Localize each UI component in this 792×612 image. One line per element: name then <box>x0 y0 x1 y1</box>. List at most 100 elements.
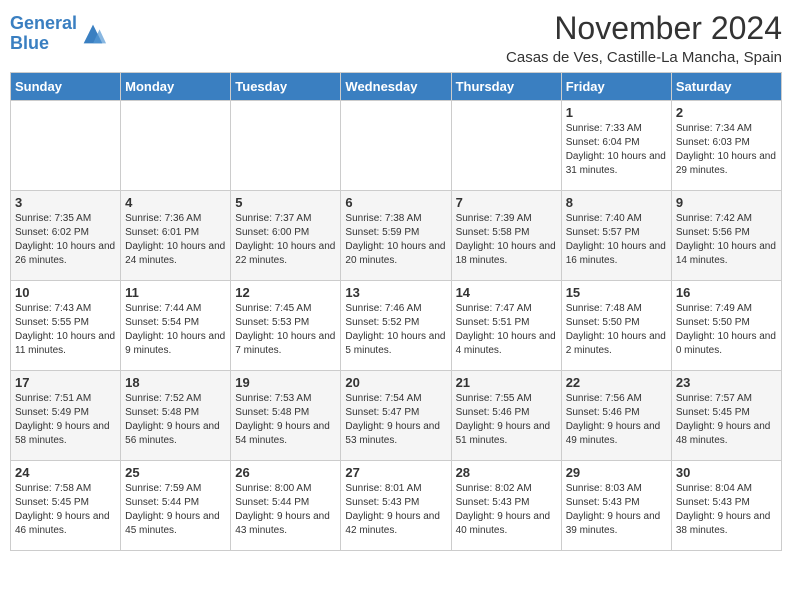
calendar-cell: 16Sunrise: 7:49 AM Sunset: 5:50 PM Dayli… <box>671 281 781 371</box>
calendar-cell: 12 Sunrise: 7:45 AM Sunset: 5:53 PM Dayli… <box>231 281 341 371</box>
day-info: Sunrise: 7:49 AM Sunset: 5:50 PM Dayligh… <box>676 302 777 358</box>
calendar-cell: 29 Sunrise: 8:03 AM Sunset: 5:43 PM Dayli… <box>561 461 671 551</box>
day-number: 27 <box>345 465 446 480</box>
day-info: Sunrise: 7:53 AM Sunset: 5:48 PM Dayligh… <box>235 392 336 448</box>
location: Casas de Ves, Castille-La Mancha, Spain <box>506 49 782 66</box>
calendar-cell <box>341 101 451 191</box>
day-info: Sunrise: 7:48 AM Sunset: 5:50 PM Dayligh… <box>566 302 667 358</box>
calendar-week-3: 10Sunrise: 7:43 AM Sunset: 5:55 PM Dayli… <box>11 281 782 371</box>
calendar-cell: 22Sunrise: 7:56 AM Sunset: 5:46 PM Dayli… <box>561 371 671 461</box>
day-number: 2 <box>676 105 777 120</box>
day-number: 15 <box>566 285 667 300</box>
day-number: 9 <box>676 195 777 210</box>
day-number: 12 <box>235 285 336 300</box>
day-info: Sunrise: 7:35 AM Sunset: 6:02 PM Dayligh… <box>15 212 116 268</box>
day-info: Sunrise: 7:52 AM Sunset: 5:48 PM Dayligh… <box>125 392 226 448</box>
day-number: 6 <box>345 195 446 210</box>
logo-line2: Blue <box>10 34 77 54</box>
calendar-cell: 21Sunrise: 7:55 AM Sunset: 5:46 PM Dayli… <box>451 371 561 461</box>
weekday-header-sunday: Sunday <box>11 73 121 101</box>
calendar-week-4: 17 Sunrise: 7:51 AM Sunset: 5:49 PM Dayli… <box>11 371 782 461</box>
calendar-cell: 18 Sunrise: 7:52 AM Sunset: 5:48 PM Dayli… <box>121 371 231 461</box>
title-block: November 2024 Casas de Ves, Castille-La … <box>506 10 782 66</box>
calendar-cell: 25Sunrise: 7:59 AM Sunset: 5:44 PM Dayli… <box>121 461 231 551</box>
day-info: Sunrise: 7:33 AM Sunset: 6:04 PM Dayligh… <box>566 122 667 178</box>
weekday-header-friday: Friday <box>561 73 671 101</box>
day-number: 10 <box>15 285 116 300</box>
day-number: 19 <box>235 375 336 390</box>
day-info: Sunrise: 7:51 AM Sunset: 5:49 PM Dayligh… <box>15 392 116 448</box>
day-info: Sunrise: 7:42 AM Sunset: 5:56 PM Dayligh… <box>676 212 777 268</box>
day-number: 29 <box>566 465 667 480</box>
calendar-cell: 30 Sunrise: 8:04 AM Sunset: 5:43 PM Dayli… <box>671 461 781 551</box>
weekday-header-monday: Monday <box>121 73 231 101</box>
logo: General Blue <box>10 14 107 54</box>
calendar-cell: 28 Sunrise: 8:02 AM Sunset: 5:43 PM Dayli… <box>451 461 561 551</box>
weekday-header-tuesday: Tuesday <box>231 73 341 101</box>
calendar-cell: 17 Sunrise: 7:51 AM Sunset: 5:49 PM Dayli… <box>11 371 121 461</box>
day-number: 26 <box>235 465 336 480</box>
calendar-table: SundayMondayTuesdayWednesdayThursdayFrid… <box>10 72 782 551</box>
day-info: Sunrise: 7:55 AM Sunset: 5:46 PM Dayligh… <box>456 392 557 448</box>
calendar-cell: 1 Sunrise: 7:33 AM Sunset: 6:04 PM Daylig… <box>561 101 671 191</box>
calendar-cell: 3Sunrise: 7:35 AM Sunset: 6:02 PM Daylig… <box>11 191 121 281</box>
calendar-cell <box>121 101 231 191</box>
month-title: November 2024 <box>506 10 782 47</box>
day-number: 17 <box>15 375 116 390</box>
calendar-cell: 19 Sunrise: 7:53 AM Sunset: 5:48 PM Dayli… <box>231 371 341 461</box>
day-info: Sunrise: 8:04 AM Sunset: 5:43 PM Dayligh… <box>676 482 777 538</box>
calendar-week-1: 1 Sunrise: 7:33 AM Sunset: 6:04 PM Daylig… <box>11 101 782 191</box>
calendar-cell: 14 Sunrise: 7:47 AM Sunset: 5:51 PM Dayli… <box>451 281 561 371</box>
day-info: Sunrise: 7:45 AM Sunset: 5:53 PM Dayligh… <box>235 302 336 358</box>
calendar-week-2: 3Sunrise: 7:35 AM Sunset: 6:02 PM Daylig… <box>11 191 782 281</box>
calendar-cell: 4Sunrise: 7:36 AM Sunset: 6:01 PM Daylig… <box>121 191 231 281</box>
calendar-cell: 23Sunrise: 7:57 AM Sunset: 5:45 PM Dayli… <box>671 371 781 461</box>
day-number: 14 <box>456 285 557 300</box>
weekday-header-wednesday: Wednesday <box>341 73 451 101</box>
day-info: Sunrise: 7:44 AM Sunset: 5:54 PM Dayligh… <box>125 302 226 358</box>
day-info: Sunrise: 8:02 AM Sunset: 5:43 PM Dayligh… <box>456 482 557 538</box>
day-number: 30 <box>676 465 777 480</box>
day-info: Sunrise: 7:47 AM Sunset: 5:51 PM Dayligh… <box>456 302 557 358</box>
weekday-header-saturday: Saturday <box>671 73 781 101</box>
day-info: Sunrise: 7:54 AM Sunset: 5:47 PM Dayligh… <box>345 392 446 448</box>
day-info: Sunrise: 7:34 AM Sunset: 6:03 PM Dayligh… <box>676 122 777 178</box>
calendar-week-5: 24Sunrise: 7:58 AM Sunset: 5:45 PM Dayli… <box>11 461 782 551</box>
calendar-header-row: SundayMondayTuesdayWednesdayThursdayFrid… <box>11 73 782 101</box>
calendar-cell: 2 Sunrise: 7:34 AM Sunset: 6:03 PM Daylig… <box>671 101 781 191</box>
day-info: Sunrise: 7:37 AM Sunset: 6:00 PM Dayligh… <box>235 212 336 268</box>
day-info: Sunrise: 7:39 AM Sunset: 5:58 PM Dayligh… <box>456 212 557 268</box>
logo-icon <box>79 20 107 48</box>
day-info: Sunrise: 7:46 AM Sunset: 5:52 PM Dayligh… <box>345 302 446 358</box>
day-number: 24 <box>15 465 116 480</box>
calendar-cell: 6 Sunrise: 7:38 AM Sunset: 5:59 PM Daylig… <box>341 191 451 281</box>
calendar-cell: 20Sunrise: 7:54 AM Sunset: 5:47 PM Dayli… <box>341 371 451 461</box>
calendar-cell: 9 Sunrise: 7:42 AM Sunset: 5:56 PM Daylig… <box>671 191 781 281</box>
day-info: Sunrise: 8:00 AM Sunset: 5:44 PM Dayligh… <box>235 482 336 538</box>
day-number: 23 <box>676 375 777 390</box>
day-number: 7 <box>456 195 557 210</box>
day-info: Sunrise: 8:01 AM Sunset: 5:43 PM Dayligh… <box>345 482 446 538</box>
calendar-cell: 13 Sunrise: 7:46 AM Sunset: 5:52 PM Dayli… <box>341 281 451 371</box>
day-number: 1 <box>566 105 667 120</box>
day-number: 11 <box>125 285 226 300</box>
calendar-cell: 7 Sunrise: 7:39 AM Sunset: 5:58 PM Daylig… <box>451 191 561 281</box>
calendar-cell: 27 Sunrise: 8:01 AM Sunset: 5:43 PM Dayli… <box>341 461 451 551</box>
day-number: 28 <box>456 465 557 480</box>
day-info: Sunrise: 7:38 AM Sunset: 5:59 PM Dayligh… <box>345 212 446 268</box>
day-number: 13 <box>345 285 446 300</box>
day-number: 22 <box>566 375 667 390</box>
calendar-cell: 11 Sunrise: 7:44 AM Sunset: 5:54 PM Dayli… <box>121 281 231 371</box>
day-info: Sunrise: 7:59 AM Sunset: 5:44 PM Dayligh… <box>125 482 226 538</box>
calendar-cell: 15 Sunrise: 7:48 AM Sunset: 5:50 PM Dayli… <box>561 281 671 371</box>
calendar-cell <box>231 101 341 191</box>
logo-line1: General <box>10 14 77 34</box>
day-number: 4 <box>125 195 226 210</box>
day-info: Sunrise: 8:03 AM Sunset: 5:43 PM Dayligh… <box>566 482 667 538</box>
day-number: 18 <box>125 375 226 390</box>
page-header: General Blue November 2024 Casas de Ves,… <box>10 10 782 66</box>
calendar-cell: 26 Sunrise: 8:00 AM Sunset: 5:44 PM Dayli… <box>231 461 341 551</box>
calendar-cell: 8Sunrise: 7:40 AM Sunset: 5:57 PM Daylig… <box>561 191 671 281</box>
day-info: Sunrise: 7:40 AM Sunset: 5:57 PM Dayligh… <box>566 212 667 268</box>
calendar-cell <box>11 101 121 191</box>
